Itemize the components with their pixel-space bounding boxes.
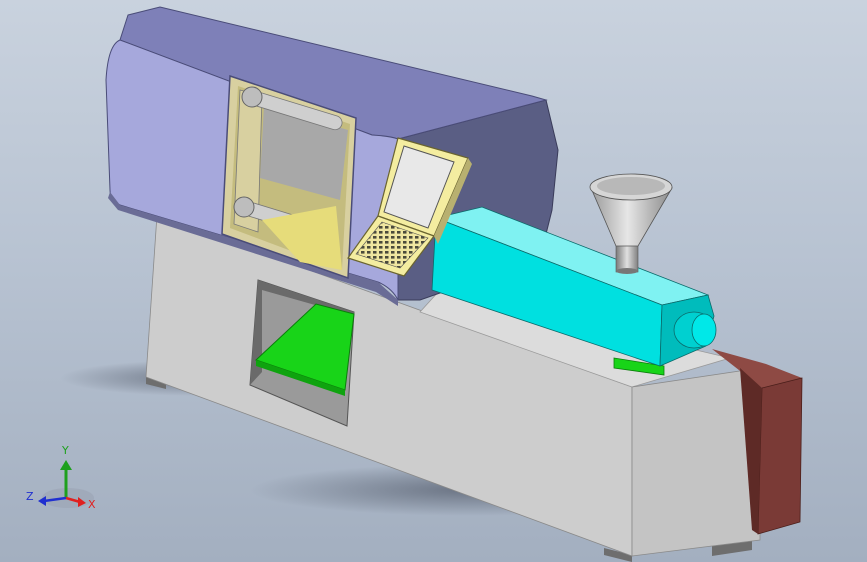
cad-viewport[interactable]: Y X Z [0,0,867,562]
x-axis-label: X [88,498,96,511]
base-right-face [631,367,761,557]
hopper-neck-base [616,268,638,274]
hopper-neck [615,243,639,273]
barrel-nozzle-tip [691,313,717,347]
y-axis-label: Y [61,444,69,457]
hopper-opening [597,177,665,195]
motor-block-front [757,377,803,535]
machine-model[interactable] [0,0,867,562]
z-axis-label: Z [26,490,34,503]
axis-triad: Y X Z [26,444,96,511]
